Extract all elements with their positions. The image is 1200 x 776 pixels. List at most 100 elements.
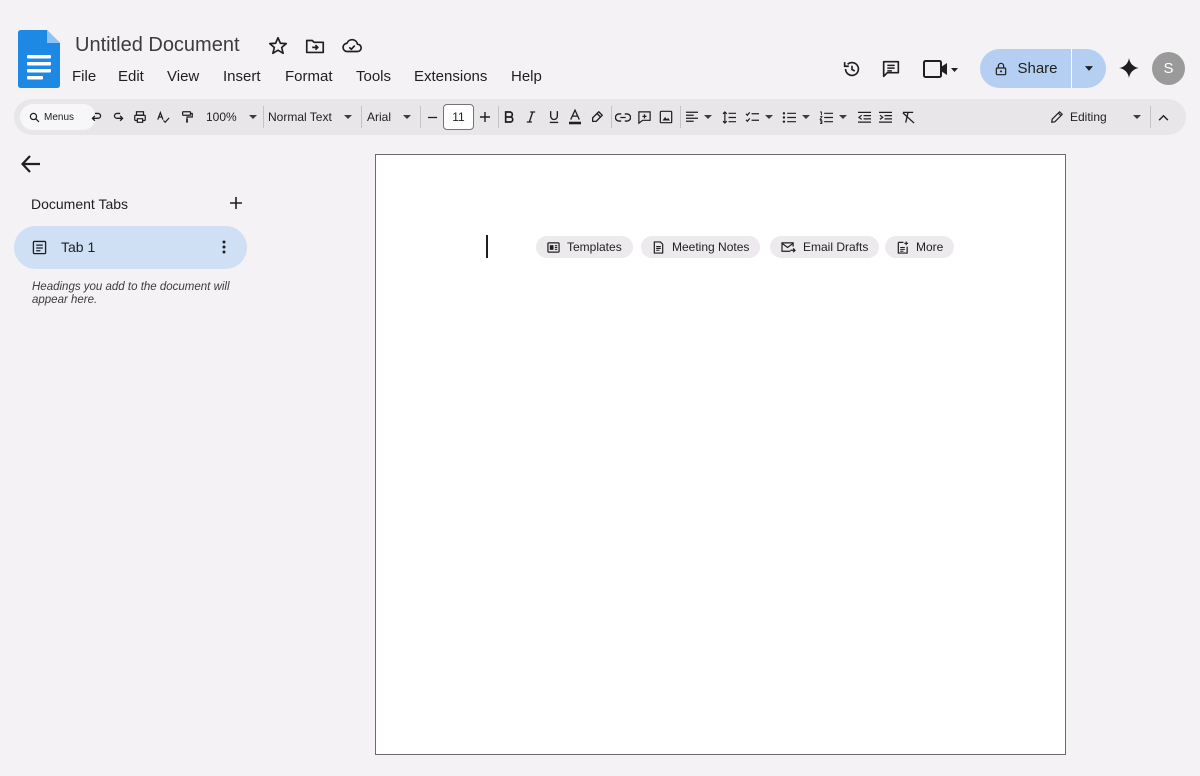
decrease-font-size-icon[interactable] [427, 99, 438, 135]
search-icon [29, 112, 40, 122]
user-avatar[interactable]: S [1152, 52, 1185, 85]
caret-down-icon [765, 115, 773, 119]
caret-down-icon [839, 115, 847, 119]
back-arrow-icon[interactable] [20, 153, 42, 175]
increase-font-size-icon[interactable] [479, 99, 491, 135]
search-menus-button[interactable]: Menus [20, 104, 96, 130]
toolbar: Menus 100% Normal Text Arial 11 Editing [14, 99, 1186, 135]
share-main-button[interactable]: Share [980, 49, 1071, 88]
toolbar-divider [498, 106, 499, 128]
font-family-value: Arial [367, 110, 392, 124]
line-spacing-icon[interactable] [722, 99, 737, 135]
toolbar-divider [611, 106, 612, 128]
share-button[interactable]: Share [980, 49, 1106, 88]
numbered-list-icon [819, 110, 833, 124]
menu-edit[interactable]: Edit [118, 68, 144, 85]
meeting-notes-chip[interactable]: Meeting Notes [641, 236, 761, 258]
editing-mode-select[interactable]: Editing [1050, 99, 1107, 135]
search-menus-label: Menus [44, 111, 75, 123]
editing-mode-dropdown[interactable] [1133, 99, 1141, 135]
menu-insert[interactable]: Insert [223, 68, 261, 85]
zoom-value: 100% [206, 110, 237, 124]
add-tab-icon[interactable] [228, 195, 244, 211]
docs-logo-icon[interactable] [18, 30, 60, 88]
more-doc-icon [897, 240, 909, 254]
caret-down-icon [802, 115, 810, 119]
align-left-icon [686, 111, 698, 122]
menu-view[interactable]: View [167, 68, 199, 85]
text-color-icon[interactable] [569, 99, 581, 135]
star-icon[interactable] [267, 35, 289, 57]
paragraph-style-select[interactable]: Normal Text [268, 99, 352, 135]
bulleted-list-select[interactable] [782, 99, 810, 135]
checklist-icon [745, 111, 759, 122]
decrease-indent-icon[interactable] [857, 99, 872, 135]
templates-chip[interactable]: Templates [536, 236, 633, 258]
document-title[interactable]: Untitled Document [75, 34, 240, 57]
caret-down-icon [1085, 66, 1093, 71]
bold-icon[interactable] [504, 99, 514, 135]
caret-down-icon [343, 115, 352, 119]
redo-icon[interactable] [112, 99, 125, 135]
checklist-select[interactable] [745, 99, 773, 135]
toolbar-divider [361, 106, 362, 128]
share-dropdown-button[interactable] [1072, 49, 1106, 88]
template-icon [547, 241, 560, 253]
tab-label: Tab 1 [61, 239, 96, 255]
toolbar-divider [680, 106, 681, 128]
comments-icon[interactable] [880, 58, 902, 80]
caret-down-icon [403, 115, 412, 119]
tab-item-tab-1[interactable]: Tab 1 [14, 226, 247, 269]
email-drafts-chip-label: Email Drafts [803, 240, 869, 254]
menu-format[interactable]: Format [285, 68, 333, 85]
highlight-color-icon[interactable] [590, 99, 604, 135]
insert-link-icon[interactable] [615, 99, 631, 135]
share-label: Share [1017, 60, 1058, 77]
caret-down-icon [1133, 115, 1141, 119]
menu-extensions[interactable]: Extensions [414, 68, 487, 85]
editing-mode-value: Editing [1070, 110, 1107, 124]
move-to-folder-icon[interactable] [304, 35, 326, 57]
underline-icon[interactable] [549, 99, 559, 135]
increase-indent-icon[interactable] [878, 99, 893, 135]
meet-video-icon[interactable] [922, 58, 962, 80]
outline-empty-hint: Headings you add to the document will ap… [32, 281, 230, 306]
insert-image-icon[interactable] [659, 99, 673, 135]
version-history-icon[interactable] [841, 58, 863, 80]
email-drafts-chip[interactable]: Email Drafts [770, 236, 880, 258]
font-size-input[interactable]: 11 [443, 104, 474, 130]
document-tab-icon [32, 240, 47, 255]
pencil-icon [1051, 111, 1063, 123]
menu-file[interactable]: File [72, 68, 96, 85]
toolbar-divider [1150, 106, 1151, 128]
align-select[interactable] [685, 99, 712, 135]
menu-help[interactable]: Help [511, 68, 542, 85]
meeting-notes-icon [653, 240, 664, 254]
collapse-toolbar-icon[interactable] [1158, 99, 1169, 135]
italic-icon[interactable] [526, 99, 536, 135]
more-chip[interactable]: More [885, 236, 955, 258]
paragraph-style-value: Normal Text [268, 110, 332, 124]
font-family-select[interactable]: Arial [367, 99, 412, 135]
gemini-sparkle-icon[interactable] [1119, 58, 1139, 78]
numbered-list-select[interactable] [819, 99, 847, 135]
cloud-saved-icon[interactable] [341, 35, 363, 57]
lock-icon [996, 62, 1007, 75]
add-comment-icon[interactable] [637, 99, 652, 135]
caret-down-icon [248, 115, 257, 119]
bulleted-list-icon [782, 111, 796, 123]
text-cursor [486, 235, 488, 258]
zoom-select[interactable]: 100% [206, 99, 257, 135]
spellcheck-icon[interactable] [156, 99, 170, 135]
templates-chip-label: Templates [567, 240, 622, 254]
menu-tools[interactable]: Tools [356, 68, 391, 85]
email-drafts-icon [781, 241, 796, 253]
caret-down-icon [704, 115, 712, 119]
paint-format-icon[interactable] [180, 99, 194, 135]
document-tabs-heading: Document Tabs [31, 196, 129, 212]
document-page[interactable]: Templates Meeting Notes Email Drafts Mor… [375, 154, 1066, 755]
undo-icon[interactable] [90, 99, 103, 135]
clear-formatting-icon[interactable] [901, 99, 916, 135]
more-vert-icon[interactable] [216, 239, 232, 255]
print-icon[interactable] [133, 99, 147, 135]
